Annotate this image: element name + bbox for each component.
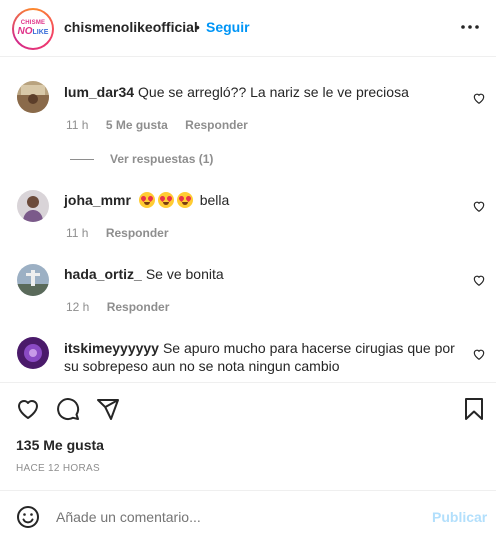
like-heart-icon[interactable] [472,91,486,105]
add-comment-input[interactable] [56,509,396,525]
view-replies-label: Ver respuestas (1) [110,152,214,166]
comment-username[interactable]: hada_ortiz_ [64,266,142,282]
like-icon[interactable] [16,397,40,421]
follow-button[interactable]: Seguir [206,19,250,35]
add-comment-bar: Publicar [0,491,496,541]
heart-eyes-emoji-icon [176,192,193,208]
comment-time: 11 h [66,118,89,132]
logo-text-bottom: NOLIKE [18,27,49,38]
logo-text-no: NO [17,26,33,37]
comment-likes[interactable]: 5 Me gusta [106,118,168,132]
separator-dot: • [195,19,200,35]
logo-text-like: LIKE [32,29,49,36]
like-heart-icon[interactable] [472,347,486,361]
avatar[interactable] [17,190,49,222]
comment-username[interactable]: joha_mmr [64,192,131,208]
comment-meta: 11 h Responder [66,226,183,240]
comment-username[interactable]: itskimeyyyyyy [64,340,159,356]
comment-text: itskimeyyyyyy Se apuro mucho para hacerse… [64,339,460,375]
reply-button[interactable]: Responder [107,300,170,314]
replies-line [70,159,94,161]
heart-eyes-emoji-icon [157,192,174,208]
avatar[interactable] [17,81,49,113]
like-heart-icon[interactable] [472,273,486,287]
like-heart-icon[interactable] [472,199,486,213]
more-options-icon[interactable] [460,17,480,41]
logo: CHISME NOLIKE [14,10,52,48]
comment-meta: 12 h Responder [66,300,183,314]
avatar[interactable] [17,337,49,369]
emoji-picker-icon[interactable] [16,505,40,529]
publish-button[interactable]: Publicar [432,509,487,525]
comment-text: lum_dar34 Que se arregló?? La nariz se le… [64,83,460,101]
avatar[interactable] [17,264,49,296]
share-icon[interactable] [96,397,120,421]
comment-text: hada_ortiz_ Se ve bonita [64,265,460,283]
comment-icon[interactable] [56,397,80,421]
comment-body: Que se arregló?? La nariz se le ve preci… [138,84,409,100]
comment-meta: 11 h 5 Me gusta Responder [66,118,262,132]
post-time: HACE 12 HORAS [16,463,100,474]
likes-count[interactable]: 135 Me gusta [16,437,104,453]
account-avatar[interactable]: CHISME NOLIKE [12,8,54,50]
comment-time: 11 h [66,226,89,240]
heart-eyes-emoji-icon [138,192,155,208]
save-bookmark-icon[interactable] [462,397,486,421]
comment-username[interactable]: lum_dar34 [64,84,134,100]
account-name[interactable]: chismenolikeofficial [64,19,198,35]
view-replies-button[interactable]: Ver respuestas (1) [70,152,213,166]
comment-text: joha_mmr bella [64,191,460,209]
post-header: CHISME NOLIKE chismenolikeofficial • Seg… [0,0,496,57]
reply-button[interactable]: Responder [106,226,169,240]
comment-time: 12 h [66,300,90,314]
reply-button[interactable]: Responder [185,118,248,132]
comment-body: Se ve bonita [145,266,224,282]
post-actions [0,383,496,435]
comments-list[interactable]: lum_dar34 Que se arregló?? La nariz se le… [0,57,496,382]
comment-body: bella [199,192,230,208]
